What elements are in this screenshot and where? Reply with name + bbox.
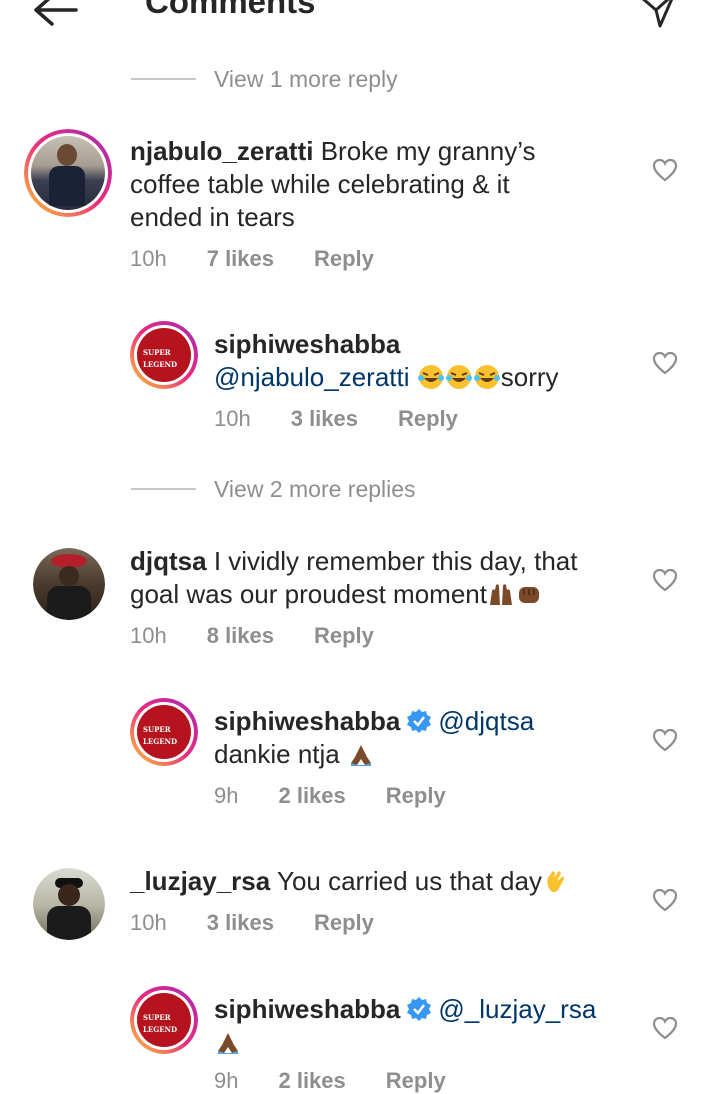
verified-badge-icon <box>407 709 432 733</box>
likes-count[interactable]: 2 likes <box>278 1068 345 1094</box>
avatar[interactable] <box>33 868 105 940</box>
comment-body: ended in tears <box>130 202 295 232</box>
raising-hands-emoji-icon <box>489 584 512 605</box>
comment-body: Broke my granny’s <box>320 136 536 166</box>
heart-icon[interactable] <box>652 351 678 375</box>
username[interactable]: siphiweshabba <box>214 706 400 736</box>
avatar[interactable] <box>24 129 112 217</box>
comment-body: You carried us that day <box>276 866 542 896</box>
verified-badge-icon <box>407 997 432 1021</box>
view-more-replies[interactable]: View 1 more reply <box>131 64 398 94</box>
timestamp: 10h <box>214 406 251 431</box>
likes-count[interactable]: 2 likes <box>278 783 345 809</box>
comment-text: djqtsa I vividly remember this day, that… <box>130 545 630 611</box>
folded-hands-emoji-icon <box>351 745 371 766</box>
comment-text: _luzjay_rsa You carried us that day <box>130 865 630 898</box>
reply-button[interactable]: Reply <box>386 1068 446 1094</box>
reply-button[interactable]: Reply <box>314 246 374 272</box>
username[interactable]: _luzjay_rsa <box>130 866 270 896</box>
timestamp: 10h <box>130 910 167 935</box>
mention-link[interactable]: @_luzjay_rsa <box>438 994 596 1024</box>
likes-count[interactable]: 8 likes <box>207 623 274 649</box>
laughing-emoji-icon <box>417 365 444 389</box>
view-more-replies[interactable]: View 2 more replies <box>131 474 416 504</box>
avatar[interactable]: SUPER LEGEND <box>130 698 198 766</box>
comment-text: siphiweshabba @djqtsa dankie ntja <box>214 705 634 771</box>
clapping-hands-emoji-icon <box>547 871 564 892</box>
comment-body: I vividly remember this day, that <box>213 546 578 576</box>
avatar-logo: LEGEND <box>143 737 178 746</box>
avatar-logo: SUPER <box>143 348 171 357</box>
mention-link[interactable]: @njabulo_zeratti <box>214 362 410 392</box>
folded-hands-emoji-icon <box>218 1033 238 1054</box>
heart-icon[interactable] <box>652 1016 678 1040</box>
comment-meta: 10h 7 likes Reply <box>130 246 414 272</box>
comment-text: njabulo_zeratti Broke my granny’s coffee… <box>130 135 630 234</box>
divider <box>131 488 196 490</box>
laughing-emoji-icon <box>445 365 472 389</box>
timestamp: 9h <box>214 783 239 808</box>
reply-button[interactable]: Reply <box>386 783 446 809</box>
send-icon[interactable] <box>638 0 678 30</box>
page-title: Comments <box>145 0 316 20</box>
reply-button[interactable]: Reply <box>314 910 374 936</box>
comment-meta: 9h 2 likes Reply <box>214 1068 486 1094</box>
timestamp: 10h <box>130 246 167 271</box>
laughing-emoji-icon <box>473 365 500 389</box>
reply-button[interactable]: Reply <box>314 623 374 649</box>
avatar-logo: SUPER <box>143 1013 171 1022</box>
comment-meta: 9h 2 likes Reply <box>214 783 486 809</box>
back-arrow-icon[interactable] <box>32 0 80 28</box>
timestamp: 9h <box>214 1068 239 1093</box>
view-more-label[interactable]: View 1 more reply <box>214 66 398 93</box>
likes-count[interactable]: 3 likes <box>291 406 358 432</box>
avatar[interactable]: SUPER LEGEND <box>130 321 198 389</box>
username[interactable]: njabulo_zeratti <box>130 136 313 166</box>
avatar[interactable] <box>33 548 105 620</box>
comment-body: goal was our proudest moment <box>130 579 487 609</box>
divider <box>131 78 196 80</box>
heart-icon[interactable] <box>652 888 678 912</box>
comment-body: coffee table while celebrating & it <box>130 169 510 199</box>
avatar-logo: LEGEND <box>143 1025 178 1034</box>
avatar-logo: LEGEND <box>143 360 178 369</box>
view-more-label[interactable]: View 2 more replies <box>214 476 416 503</box>
fist-emoji-icon <box>518 587 539 603</box>
username[interactable]: siphiweshabba <box>214 329 400 359</box>
username[interactable]: djqtsa <box>130 546 207 576</box>
comment-body: sorry <box>500 362 559 392</box>
comment-meta: 10h 3 likes Reply <box>130 910 414 936</box>
username[interactable]: siphiweshabba <box>214 994 400 1024</box>
mention-link[interactable]: @djqtsa <box>438 706 534 736</box>
heart-icon[interactable] <box>652 158 678 182</box>
comment-meta: 10h 8 likes Reply <box>130 623 414 649</box>
reply-button[interactable]: Reply <box>398 406 458 432</box>
heart-icon[interactable] <box>652 728 678 752</box>
avatar[interactable]: SUPER LEGEND <box>130 986 198 1054</box>
heart-icon[interactable] <box>652 568 678 592</box>
comment-meta: 10h 3 likes Reply <box>214 406 498 432</box>
header: Comments <box>0 0 720 36</box>
timestamp: 10h <box>130 623 167 648</box>
comment-text: siphiweshabba @_luzjay_rsa <box>214 993 634 1059</box>
likes-count[interactable]: 3 likes <box>207 910 274 936</box>
comment-text: siphiweshabba @njabulo_zeratti sorry <box>214 328 634 394</box>
likes-count[interactable]: 7 likes <box>207 246 274 272</box>
avatar-logo: SUPER <box>143 725 171 734</box>
comment-body: dankie ntja <box>214 739 340 769</box>
